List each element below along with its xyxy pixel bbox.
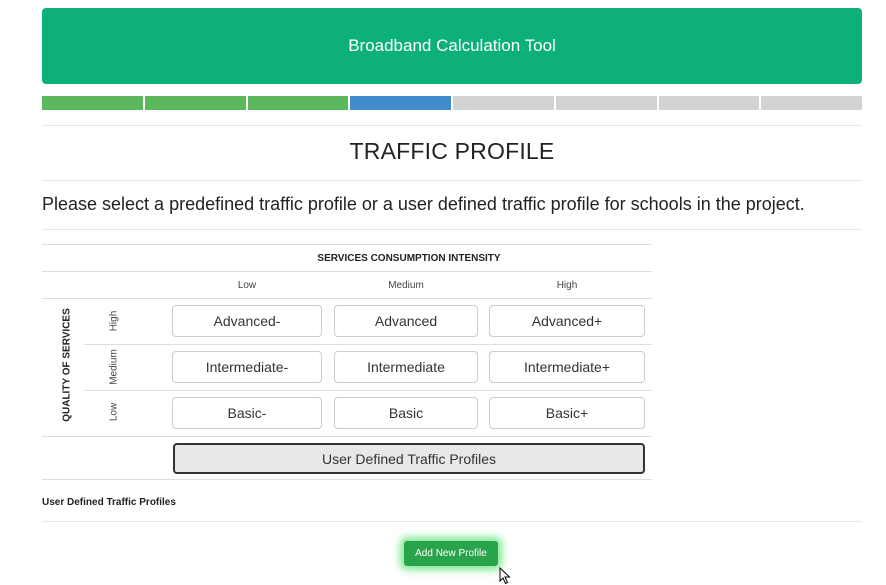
grid-line bbox=[42, 479, 652, 480]
page-title: TRAFFIC PROFILE bbox=[349, 138, 555, 164]
user-defined-profiles-button[interactable]: User Defined Traffic Profiles bbox=[173, 443, 645, 474]
user-defined-section-label: User Defined Traffic Profiles bbox=[42, 497, 176, 508]
divider bbox=[42, 521, 862, 522]
grid-line bbox=[42, 436, 652, 437]
profile-button-basic-minus[interactable]: Basic- bbox=[172, 397, 322, 429]
progress-step-4 bbox=[350, 96, 451, 110]
grid-line bbox=[42, 298, 652, 299]
profile-button-advanced[interactable]: Advanced bbox=[334, 305, 478, 337]
row-label-low: Low bbox=[108, 402, 120, 422]
grid-line bbox=[84, 344, 652, 345]
column-label-medium: Medium bbox=[388, 280, 424, 291]
profile-button-intermediate-plus[interactable]: Intermediate+ bbox=[489, 351, 645, 383]
progress-step-3 bbox=[247, 96, 349, 110]
column-label-high: High bbox=[556, 280, 578, 291]
profile-button-basic-plus[interactable]: Basic+ bbox=[489, 397, 645, 429]
progress-step-1 bbox=[42, 96, 143, 110]
progress-step-8 bbox=[761, 96, 862, 110]
grid-line bbox=[84, 390, 652, 391]
profile-button-advanced-minus[interactable]: Advanced- bbox=[172, 305, 322, 337]
profile-button-intermediate-minus[interactable]: Intermediate- bbox=[172, 351, 322, 383]
divider bbox=[42, 125, 862, 126]
intensity-axis-title: SERVICES CONSUMPTION INTENSITY bbox=[317, 253, 501, 264]
row-label-medium: Medium bbox=[108, 349, 120, 385]
page-instructions: Please select a predefined traffic profi… bbox=[42, 194, 805, 214]
progress-step-7 bbox=[658, 96, 760, 110]
profile-button-basic[interactable]: Basic bbox=[334, 397, 478, 429]
divider bbox=[42, 229, 862, 230]
mouse-pointer-icon bbox=[499, 567, 511, 585]
column-label-low: Low bbox=[237, 280, 257, 291]
profile-button-advanced-plus[interactable]: Advanced+ bbox=[489, 305, 645, 337]
wizard-progress-bar bbox=[42, 96, 862, 110]
grid-line bbox=[42, 271, 652, 272]
profile-button-intermediate[interactable]: Intermediate bbox=[334, 351, 478, 383]
add-new-profile-button[interactable]: Add New Profile bbox=[404, 541, 498, 566]
progress-step-2 bbox=[144, 96, 246, 110]
grid-line bbox=[42, 244, 652, 245]
app-title: Broadband Calculation Tool bbox=[348, 36, 556, 55]
progress-step-6 bbox=[555, 96, 657, 110]
progress-step-5 bbox=[453, 96, 554, 110]
quality-axis-title: QUALITY OF SERVICES bbox=[61, 308, 73, 422]
app-header: Broadband Calculation Tool bbox=[42, 8, 862, 84]
row-label-high: High bbox=[108, 310, 120, 332]
divider bbox=[42, 180, 862, 181]
